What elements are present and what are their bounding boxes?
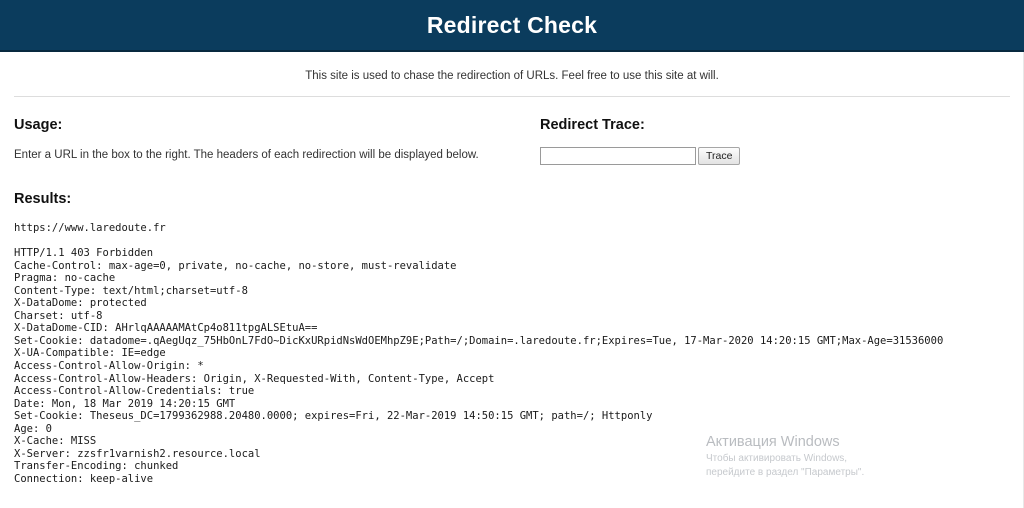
page-title: Redirect Check [426, 11, 598, 38]
response-header-line: X-UA-Compatible: IE=edge [14, 347, 166, 360]
page-header: Redirect Check [0, 0, 1024, 52]
response-header-line: Set-Cookie: datadome=.qAegUqz_75HbOnL7Fd… [14, 334, 944, 347]
redirect-trace-section: Redirect Trace: Trace [540, 117, 1010, 165]
url-input[interactable] [540, 147, 696, 165]
response-header-line: Set-Cookie: Theseus_DC=1799362988.20480.… [14, 410, 653, 423]
usage-section: Usage: Enter a URL in the box to the rig… [14, 117, 540, 163]
results-section: Results: https://www.laredoute.fr HTTP/1… [14, 165, 1010, 485]
response-header-line: HTTP/1.1 403 Forbidden [14, 247, 154, 260]
main-content: Usage: Enter a URL in the box to the rig… [0, 97, 1024, 485]
response-header-line: X-Cache: MISS [14, 435, 97, 448]
results-heading: Results: [14, 191, 72, 207]
response-header-line: Access-Control-Allow-Credentials: true [14, 385, 255, 398]
trace-button[interactable]: Trace [698, 147, 741, 165]
trace-form: Trace [540, 147, 1010, 165]
response-header-line: Content-Type: text/html;charset=utf-8 [14, 284, 248, 297]
response-header-line: X-Server: zzsfr1varnish2.resource.local [14, 447, 261, 460]
response-headers-list: HTTP/1.1 403 Forbidden Cache-Control: max… [14, 247, 1010, 485]
redirect-trace-heading: Redirect Trace: [540, 117, 645, 133]
response-header-line: Access-Control-Allow-Origin: * [14, 359, 204, 372]
usage-heading: Usage: [14, 117, 63, 133]
response-header-line: Charset: utf-8 [14, 309, 103, 322]
response-header-line: Cache-Control: max-age=0, private, no-ca… [14, 259, 457, 272]
usage-description: Enter a URL in the box to the right. The… [14, 149, 479, 161]
response-header-line: X-DataDome-CID: AHrlqAAAAAMAtCp4o811tpgA… [14, 322, 318, 335]
response-header-line: Date: Mon, 18 Mar 2019 14:20:15 GMT [14, 397, 236, 410]
response-header-line: Access-Control-Allow-Headers: Origin, X-… [14, 372, 495, 385]
response-header-line: Pragma: no-cache [14, 272, 116, 285]
response-header-line: Connection: keep-alive [14, 472, 154, 485]
response-header-line: Age: 0 [14, 422, 52, 435]
intro-text: This site is used to chase the redirecti… [305, 70, 719, 82]
top-columns: Usage: Enter a URL in the box to the rig… [14, 97, 1010, 165]
result-url: https://www.laredoute.fr [14, 222, 166, 234]
response-header-line: X-DataDome: protected [14, 297, 147, 310]
response-header-line: Transfer-Encoding: chunked [14, 460, 179, 473]
